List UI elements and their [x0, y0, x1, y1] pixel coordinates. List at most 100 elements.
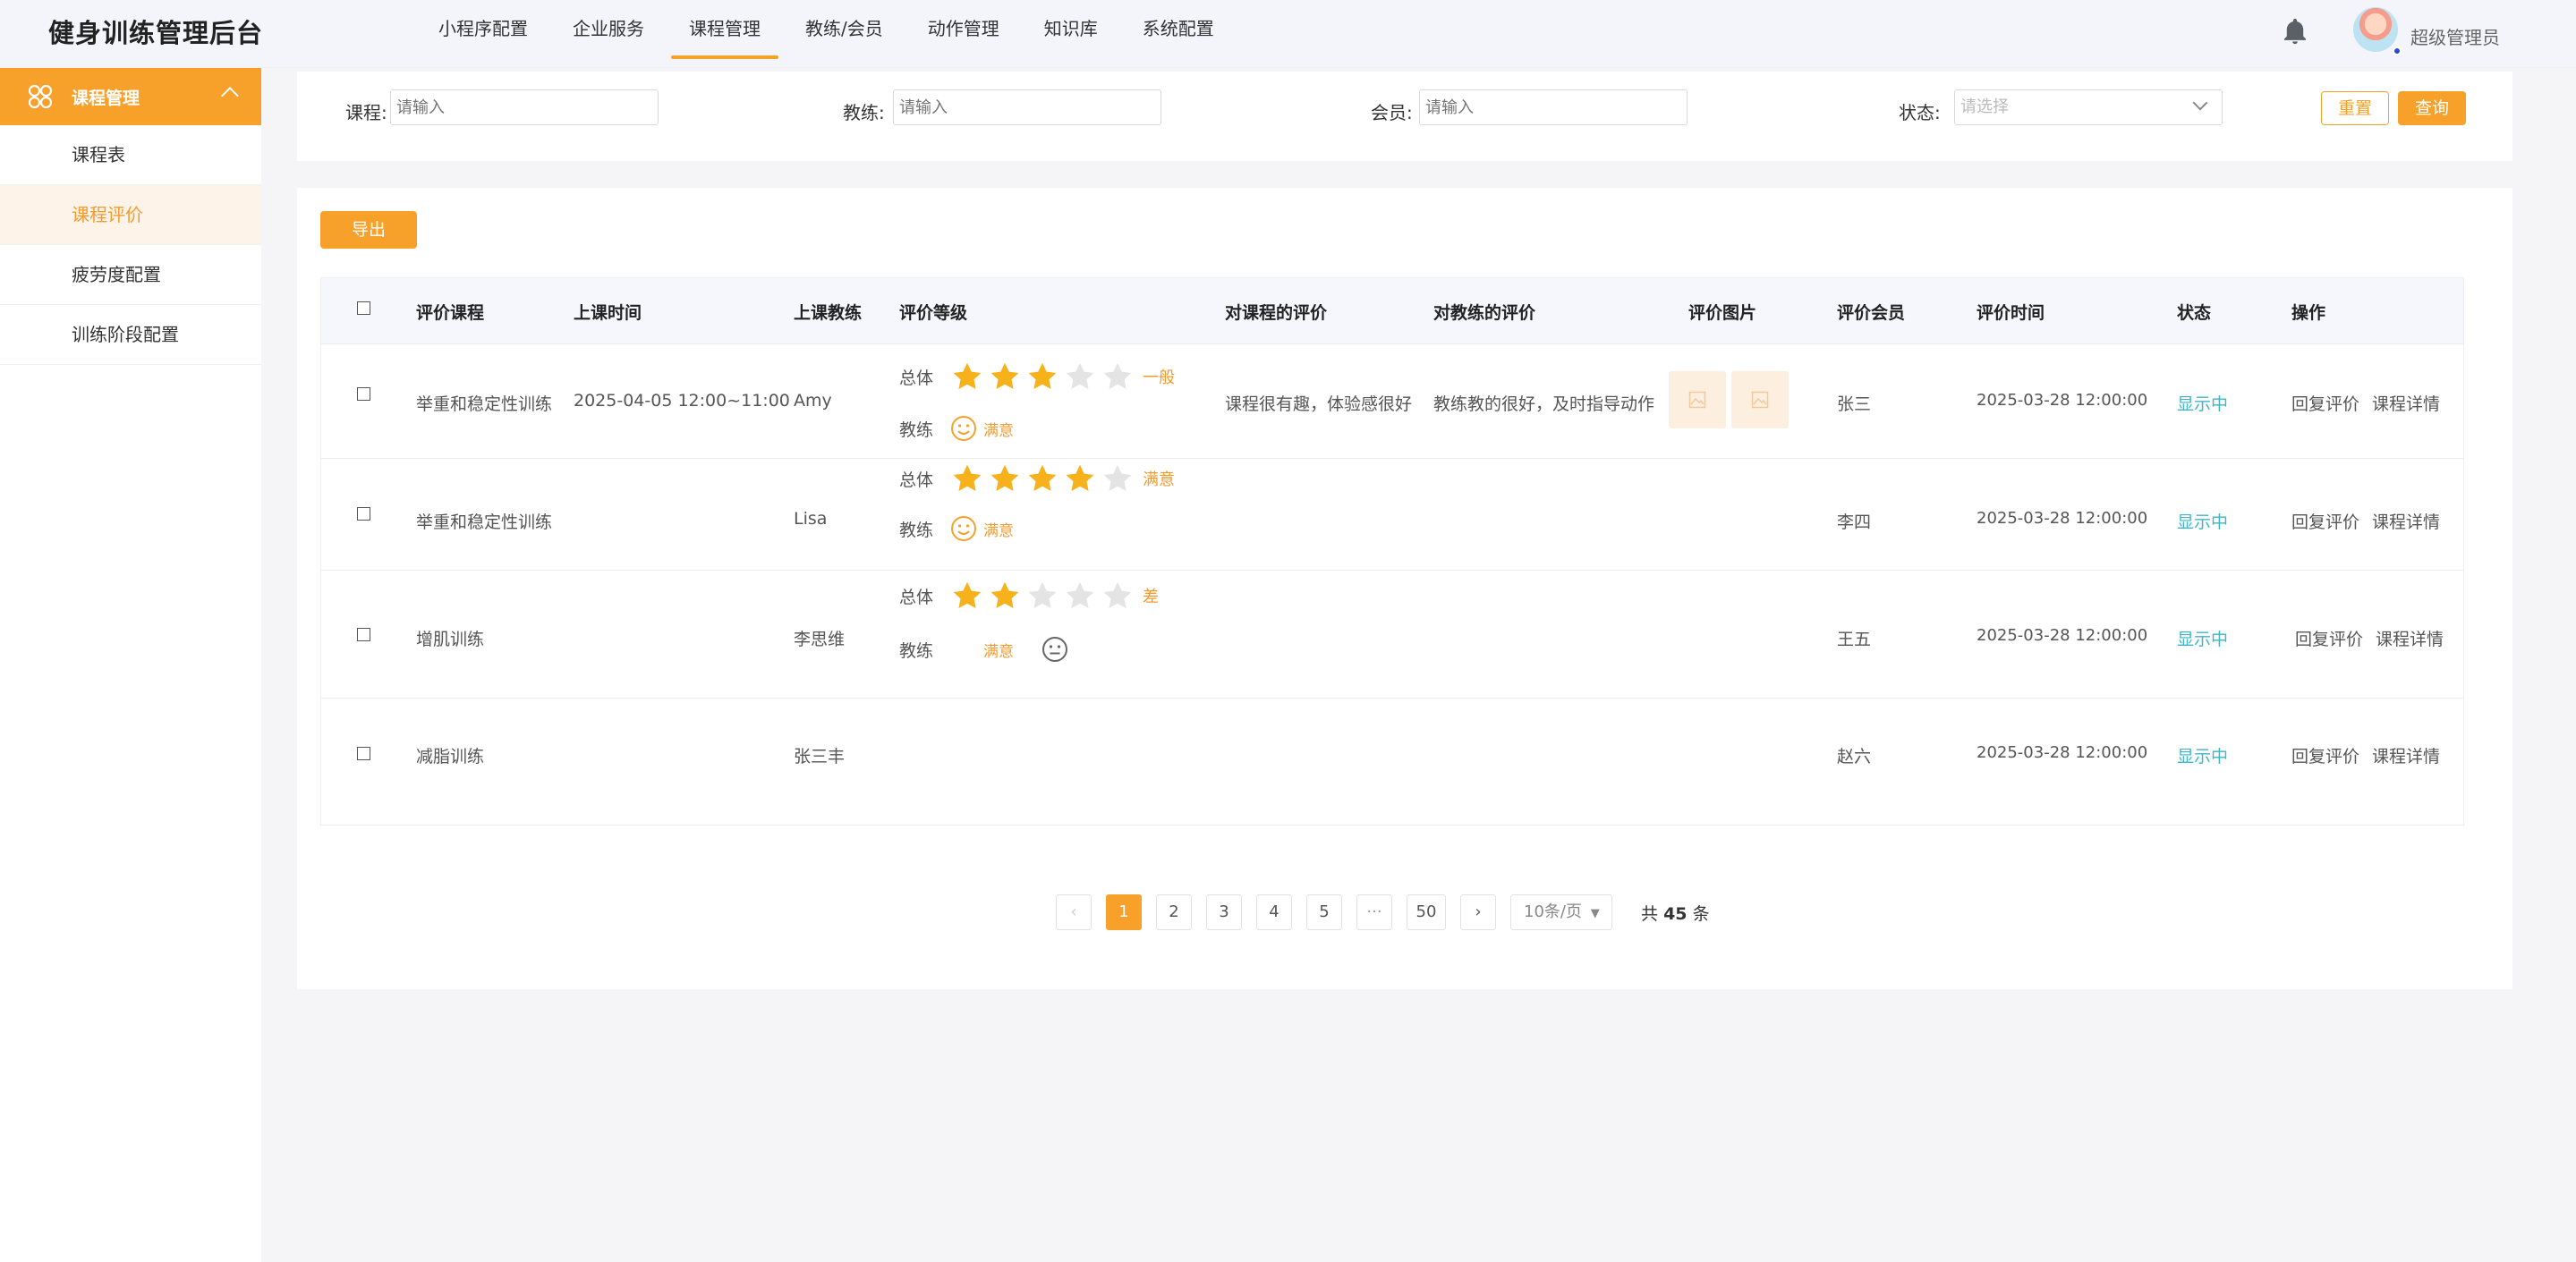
star-filled-icon [990, 581, 1019, 608]
coach-rating: 教练 满意 [899, 414, 1014, 443]
nav-action-management[interactable]: 动作管理 [910, 0, 1017, 61]
star-rating [949, 580, 1137, 612]
page-button[interactable]: 4 [1256, 894, 1292, 930]
page-size-value: 10条/页 [1524, 902, 1582, 921]
header-coach: 上课教练 [794, 303, 863, 323]
star-empty-icon [1103, 581, 1132, 608]
neutral-face-icon [1042, 637, 1067, 662]
nav-system-config[interactable]: 系统配置 [1125, 0, 1232, 61]
star-filled-icon [953, 362, 982, 389]
status-select-placeholder: 请选择 [1960, 97, 2009, 116]
star-filled-icon [990, 464, 1019, 491]
row-review-time: 2025-03-28 12:00:00 [1977, 626, 2148, 645]
row-checkbox[interactable] [357, 507, 370, 521]
page-button[interactable]: 5 [1306, 894, 1342, 930]
member-filter-input[interactable] [1419, 89, 1688, 125]
star-rating [949, 462, 1137, 495]
star-empty-icon [1028, 581, 1057, 608]
prev-page-button[interactable]: ‹ [1056, 894, 1092, 930]
coach-rating-label: 教练 [899, 419, 934, 440]
page-button[interactable]: 2 [1156, 894, 1192, 930]
total-prefix: 共 [1641, 903, 1659, 924]
header-status: 状态 [2177, 303, 2212, 323]
course-filter-input[interactable] [390, 89, 659, 125]
course-detail-link[interactable]: 课程详情 [2376, 626, 2444, 650]
row-review-time: 2025-03-28 12:00:00 [1977, 391, 2148, 410]
overall-rating: 总体 满意 [899, 462, 1175, 495]
coach-rating: 教练 满意 [899, 514, 1014, 543]
review-image-thumbnail[interactable] [1669, 371, 1726, 428]
nav-enterprise-service[interactable]: 企业服务 [555, 0, 662, 61]
nav-knowledge-base[interactable]: 知识库 [1026, 0, 1116, 61]
table-header: 评价课程 上课时间 上课教练 评价等级 对课程的评价 对教练的评价 评价图片 评… [321, 278, 2463, 344]
row-checkbox[interactable] [357, 747, 370, 760]
star-filled-icon [1028, 464, 1057, 491]
overall-rating: 总体 一般 [899, 360, 1175, 393]
review-image-thumbnail[interactable] [1731, 371, 1789, 428]
sidebar: 课程管理 课程表 课程评价 疲劳度配置 训练阶段配置 [0, 68, 261, 1262]
sidebar-group-course-management[interactable]: 课程管理 [0, 68, 261, 125]
avatar[interactable] [2353, 7, 2398, 52]
coach-filter-input[interactable] [893, 89, 1161, 125]
row-coach: Amy [794, 391, 832, 411]
status-badge: 显示中 [2177, 394, 2229, 414]
query-button[interactable]: 查询 [2398, 91, 2466, 125]
header-course-review: 对课程的评价 [1225, 303, 1328, 323]
sidebar-item-training-stage[interactable]: 训练阶段配置 [0, 305, 261, 365]
overall-rating-text: 满意 [1143, 470, 1175, 489]
overall-rating-text: 一般 [1143, 368, 1175, 387]
sidebar-item-course-review[interactable]: 课程评价 [0, 185, 261, 245]
course-detail-link[interactable]: 课程详情 [2372, 391, 2440, 415]
reply-review-link[interactable]: 回复评价 [2291, 743, 2359, 767]
row-checkbox[interactable] [357, 628, 370, 641]
reply-review-link[interactable]: 回复评价 [2291, 391, 2359, 415]
coach-rating: 教练 满意 [899, 635, 1069, 664]
page-button[interactable]: 50 [1407, 894, 1446, 930]
sidebar-item-schedule[interactable]: 课程表 [0, 125, 261, 185]
select-all-checkbox[interactable] [357, 301, 370, 315]
smile-face-icon [951, 516, 976, 541]
reply-review-link[interactable]: 回复评价 [2295, 626, 2363, 650]
status-filter-label: 状态: [1899, 102, 1941, 123]
next-page-button[interactable]: › [1460, 894, 1496, 930]
row-review-time: 2025-03-28 12:00:00 [1977, 743, 2148, 762]
nav-miniprogram-config[interactable]: 小程序配置 [421, 0, 546, 61]
username[interactable]: 超级管理员 [2410, 23, 2500, 49]
header-class-time: 上课时间 [574, 303, 642, 323]
overall-rating-text: 差 [1143, 588, 1159, 606]
nav-course-management[interactable]: 课程管理 [671, 0, 778, 61]
course-detail-link[interactable]: 课程详情 [2372, 743, 2440, 767]
row-review-time: 2025-03-28 12:00:00 [1977, 509, 2148, 528]
star-empty-icon [1103, 362, 1132, 389]
star-filled-icon [953, 581, 982, 608]
row-course-review: 课程很有趣，体验感很好 [1225, 394, 1413, 414]
row-course: 举重和稳定性训练 [416, 394, 553, 414]
star-filled-icon [953, 464, 982, 491]
coach-rating-text: 满意 [983, 642, 1014, 661]
chevron-down-icon [2192, 95, 2208, 111]
star-empty-icon [1066, 362, 1094, 389]
page-size-select[interactable]: 10条/页 ▼ [1510, 894, 1612, 930]
bell-icon[interactable] [2280, 16, 2310, 47]
status-select[interactable]: 请选择 [1954, 89, 2223, 125]
row-member: 赵六 [1837, 747, 1872, 767]
coach-rating-label: 教练 [899, 640, 934, 661]
nav-coach-member[interactable]: 教练/会员 [787, 0, 901, 61]
star-empty-icon [1103, 464, 1132, 491]
reset-button[interactable]: 重置 [2321, 91, 2389, 125]
export-button[interactable]: 导出 [320, 211, 417, 249]
sidebar-group-label: 课程管理 [72, 88, 140, 108]
status-badge: 显示中 [2177, 747, 2229, 767]
page-button[interactable]: 1 [1106, 894, 1142, 930]
course-detail-link[interactable]: 课程详情 [2372, 509, 2440, 533]
reply-review-link[interactable]: 回复评价 [2291, 509, 2359, 533]
page-ellipsis[interactable]: ··· [1356, 894, 1392, 930]
page-button[interactable]: 3 [1206, 894, 1242, 930]
header-course: 评价课程 [416, 303, 485, 323]
table-row: 举重和稳定性训练 2025-04-05 12:00~11:00 Amy 总体 一… [321, 344, 2463, 459]
row-checkbox[interactable] [357, 387, 370, 401]
row-course: 举重和稳定性训练 [416, 512, 553, 532]
sidebar-item-fatigue-config[interactable]: 疲劳度配置 [0, 245, 261, 305]
star-filled-icon [990, 362, 1019, 389]
overall-rating: 总体 差 [899, 580, 1159, 612]
